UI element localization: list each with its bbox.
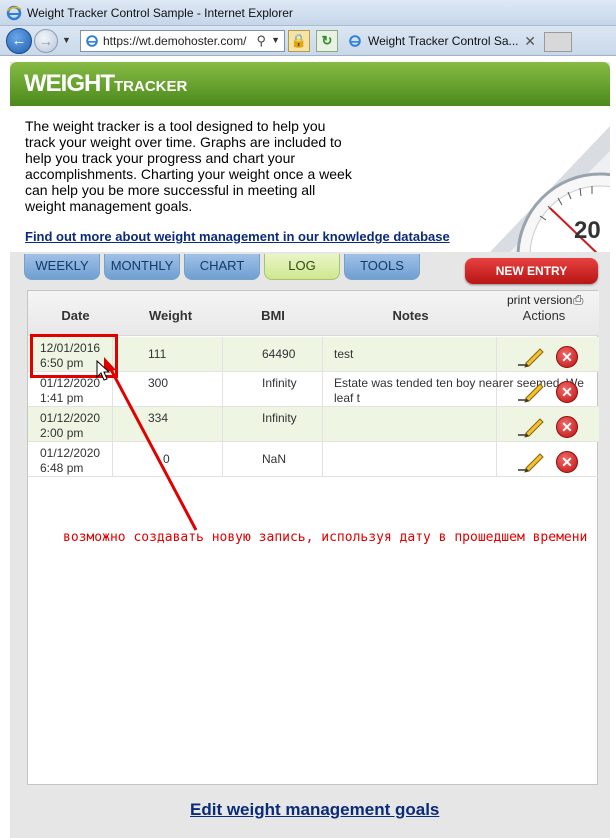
tab-tools[interactable]: TOOLS	[344, 254, 420, 280]
tab-weekly[interactable]: WEEKLY	[24, 254, 100, 280]
tab-chart[interactable]: CHART	[184, 254, 260, 280]
delete-icon[interactable]: ✕	[556, 451, 578, 473]
scale-number: 20	[574, 217, 601, 244]
browser-navbar: ← → ▼ https://wt.demohoster.com/ ⚲ ▼ 🔒 ↻…	[0, 26, 616, 56]
tab-title: Weight Tracker Control Sa...	[368, 34, 519, 48]
browser-tab[interactable]: Weight Tracker Control Sa... ✕	[344, 29, 544, 53]
window-title: Weight Tracker Control Sample - Internet…	[27, 5, 293, 20]
header-bmi: BMI	[261, 308, 285, 323]
edit-pencil-icon[interactable]	[518, 378, 544, 404]
delete-icon[interactable]: ✕	[556, 416, 578, 438]
tab-log[interactable]: LOG	[264, 254, 340, 280]
row-weight: 334	[148, 411, 169, 425]
refresh-icon[interactable]: ↻	[316, 30, 338, 52]
column-divider	[112, 407, 113, 442]
window-titlebar: Weight Tracker Control Sample - Internet…	[0, 0, 616, 26]
edit-goals-link[interactable]: Edit weight management goals	[190, 800, 439, 820]
print-version-link[interactable]: print version	[507, 293, 572, 307]
back-button[interactable]: ←	[6, 28, 32, 54]
column-divider	[222, 442, 223, 477]
row-bmi: 64490	[262, 347, 296, 361]
column-divider	[222, 337, 223, 372]
edit-pencil-icon[interactable]	[518, 343, 544, 369]
bathroom-scale-image: 20	[490, 126, 610, 252]
edit-pencil-icon[interactable]	[518, 448, 544, 474]
address-url: https://wt.demohoster.com/	[103, 34, 247, 48]
annotation-text: возможно создавать новую запись, использ…	[63, 530, 588, 545]
column-divider	[222, 372, 223, 407]
header-weight: Weight	[148, 308, 193, 323]
intro-section: The weight tracker is a tool designed to…	[10, 106, 610, 252]
new-entry-button[interactable]: NEW ENTRY	[465, 258, 598, 284]
forward-button[interactable]: →	[34, 29, 58, 53]
column-divider	[322, 442, 323, 477]
lock-icon[interactable]: 🔒	[288, 30, 310, 52]
column-divider	[322, 337, 323, 372]
recent-pages-dropdown-icon[interactable]: ▼	[62, 35, 71, 45]
site-ie-icon	[86, 35, 98, 47]
row-weight: 111	[148, 347, 167, 361]
tab-monthly[interactable]: MONTHLY	[104, 254, 180, 280]
edit-pencil-icon[interactable]	[518, 413, 544, 439]
printer-icon[interactable]: ⎙	[573, 292, 583, 308]
address-dropdown-icon[interactable]: ▼	[271, 35, 280, 45]
column-divider	[112, 442, 113, 477]
column-divider	[322, 372, 323, 407]
search-icon[interactable]: ⚲	[256, 33, 266, 49]
intro-description: The weight tracker is a tool designed to…	[25, 118, 352, 214]
header-date: Date	[61, 308, 90, 323]
row-bmi: Infinity	[262, 376, 297, 390]
row-date: 01/12/2020 6:48 pm	[40, 446, 101, 475]
header-notes: Notes	[392, 308, 429, 323]
close-tab-icon[interactable]: ✕	[524, 33, 536, 50]
header-banner: WEIGHTTRACKER	[10, 62, 610, 106]
row-weight: 300	[148, 376, 169, 390]
delete-icon[interactable]: ✕	[556, 381, 578, 403]
new-tab-button[interactable]	[544, 32, 572, 52]
column-divider	[222, 407, 223, 442]
column-divider	[496, 407, 497, 442]
table-row: 01/12/2020 2:00 pm 334 Infinity ✕	[28, 407, 599, 442]
row-weight: 0	[163, 452, 170, 466]
header-actions: Actions	[522, 308, 566, 323]
weight-tracker-logo: WEIGHTTRACKER	[24, 70, 188, 97]
row-bmi: Infinity	[262, 411, 297, 425]
address-bar[interactable]: https://wt.demohoster.com/ ⚲ ▼	[80, 30, 285, 52]
knowledge-database-link[interactable]: Find out more about weight management in…	[25, 229, 450, 244]
internet-explorer-icon	[6, 5, 22, 20]
weight-tracker-page: WEIGHTTRACKER The weight tracker is a to…	[10, 62, 610, 838]
table-row: 01/12/2020 6:48 pm 0 NaN ✕	[28, 442, 599, 477]
delete-icon[interactable]: ✕	[556, 346, 578, 368]
row-date: 01/12/2020 2:00 pm	[40, 411, 101, 440]
mouse-cursor-icon	[96, 360, 110, 381]
column-divider	[496, 442, 497, 477]
row-bmi: NaN	[262, 452, 287, 466]
column-divider	[322, 407, 323, 442]
row-date: 01/12/2020 1:41 pm	[40, 376, 101, 405]
tab-ie-icon	[349, 35, 361, 47]
